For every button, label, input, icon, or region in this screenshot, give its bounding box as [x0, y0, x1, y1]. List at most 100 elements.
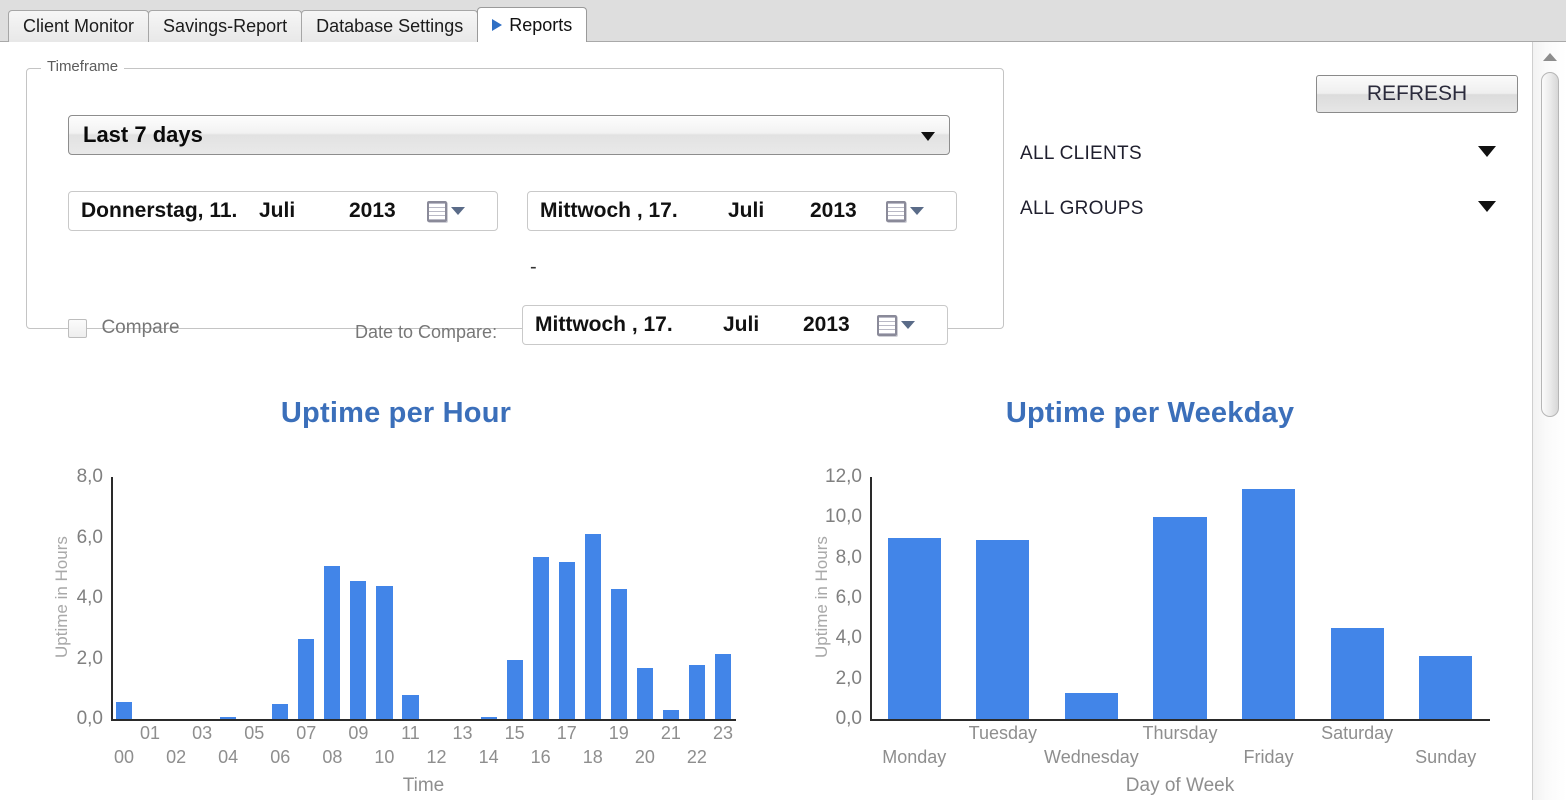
y-axis-tick: 12,0 — [825, 466, 862, 487]
bar — [298, 638, 315, 719]
clients-filter-select[interactable]: ALL CLIENTS — [1020, 137, 1496, 171]
x-axis-tick: 15 — [504, 723, 525, 743]
y-axis-tick: 8,0 — [76, 466, 103, 487]
x-axis-tick: 05 — [244, 723, 265, 743]
x-axis-tick: 09 — [348, 723, 369, 743]
start-date-year: 2013 — [349, 199, 396, 222]
chevron-down-icon[interactable] — [451, 207, 465, 215]
x-axis-tick: 16 — [530, 747, 551, 767]
start-date-weekday-day: Donnerstag, 11. — [81, 199, 238, 222]
tab-client-monitor[interactable]: Client Monitor — [8, 10, 150, 42]
y-axis-tick: 4,0 — [76, 587, 103, 608]
tab-label: Savings-Report — [163, 16, 288, 36]
timeframe-range-select[interactable]: Last 7 days — [68, 115, 950, 155]
bar — [402, 694, 419, 719]
tab-list: Client Monitor Savings-Report Database Set… — [8, 7, 588, 42]
x-axis-tick: 21 — [660, 723, 681, 743]
y-axis-tick: 6,0 — [76, 526, 103, 548]
compare-checkbox[interactable] — [68, 318, 87, 338]
play-triangle-icon — [492, 19, 503, 31]
timeframe-range-value: Last 7 days — [83, 122, 203, 147]
chart-uptime-per-weekday: Uptime per Weekday Uptime in Hours 0,0 2,0 4… — [790, 397, 1510, 797]
y-axis-tick: 0,0 — [76, 708, 103, 729]
calendar-icon[interactable] — [877, 314, 897, 336]
chart-uptime-per-hour: Uptime per Hour Uptime in Hours 0,0 2,0 4,0 6… — [26, 397, 766, 797]
date-to-compare-label: Date to Compare: — [355, 322, 498, 342]
y-axis-label: Uptime in Hours — [812, 536, 831, 658]
compare-date-month: Juli — [723, 313, 760, 336]
vertical-scrollbar[interactable] — [1532, 42, 1566, 800]
y-axis-tick: 6,0 — [835, 587, 862, 608]
x-axis-line — [111, 719, 736, 721]
compare-date-weekday-day: Mittwoch , 17. — [535, 313, 673, 336]
x-axis-line — [870, 719, 1490, 721]
bar-series — [111, 477, 736, 719]
x-axis-tick: 13 — [452, 723, 473, 743]
tab-strip: Client Monitor Savings-Report Database Set… — [0, 0, 1566, 42]
scrollbar-thumb[interactable] — [1541, 72, 1559, 417]
bar — [272, 704, 289, 719]
bar — [976, 539, 1030, 719]
application-window: Client Monitor Savings-Report Database Set… — [0, 0, 1566, 800]
clients-filter-value: ALL CLIENTS — [1020, 143, 1142, 164]
compare-row: Compare — [68, 317, 180, 339]
bar — [636, 667, 653, 719]
scroll-up-arrow-icon[interactable] — [1539, 48, 1561, 66]
chevron-down-icon — [1478, 201, 1496, 212]
groups-filter-select[interactable]: ALL GROUPS — [1020, 192, 1496, 226]
x-axis-tick: 14 — [478, 747, 499, 767]
bar — [1064, 692, 1118, 719]
bar — [688, 664, 705, 719]
tab-database-settings[interactable]: Database Settings — [301, 10, 479, 42]
tab-label: Client Monitor — [23, 16, 135, 36]
chevron-down-icon[interactable] — [910, 207, 924, 215]
bar — [1419, 656, 1473, 719]
chevron-down-icon — [1478, 146, 1496, 157]
bar — [662, 709, 679, 719]
x-axis-tick: 08 — [322, 747, 343, 767]
calendar-icon[interactable] — [886, 200, 906, 222]
x-axis-tick: 12 — [426, 747, 447, 767]
start-date-month: Juli — [259, 199, 296, 222]
calendar-icon[interactable] — [427, 200, 447, 222]
tab-savings-report[interactable]: Savings-Report — [148, 10, 303, 42]
x-axis-tick: 02 — [166, 747, 187, 767]
y-axis-tick: 2,0 — [76, 647, 103, 669]
chart-title: Uptime per Weekday — [1005, 397, 1295, 429]
bar — [506, 660, 523, 719]
date-range-separator: - — [530, 256, 537, 278]
bar — [376, 585, 393, 719]
chevron-down-icon[interactable] — [901, 321, 915, 329]
y-axis-label: Uptime in Hours — [52, 536, 71, 658]
x-axis-tick: 19 — [608, 723, 629, 743]
bar — [1242, 489, 1296, 719]
compare-label: Compare — [101, 317, 180, 338]
x-axis-tick: Thursday — [1142, 723, 1218, 743]
groups-filter-value: ALL GROUPS — [1020, 198, 1144, 219]
bar — [350, 581, 367, 719]
refresh-button[interactable]: REFRESH — [1316, 75, 1518, 113]
tab-reports[interactable]: Reports — [477, 7, 588, 42]
bar-series — [870, 477, 1490, 719]
x-axis-tick: 07 — [296, 723, 317, 743]
refresh-button-label: REFRESH — [1366, 82, 1468, 105]
x-axis-tick: 01 — [140, 723, 161, 743]
y-axis-tick: 0,0 — [835, 708, 862, 729]
x-axis-tick: 17 — [556, 723, 577, 743]
end-date-field[interactable]: Mittwoch , 17. Juli 2013 — [527, 191, 957, 231]
x-axis-label: Day of Week — [1125, 775, 1235, 796]
bar — [324, 566, 341, 719]
date-to-compare-field[interactable]: Mittwoch , 17. Juli 2013 — [522, 305, 948, 345]
plot-area: Uptime in Hours 0,0 2,0 4,0 6,0 8,0 00 01 02 03 04… — [26, 466, 766, 797]
x-axis-tick: Friday — [1243, 747, 1294, 767]
y-axis-tick: 10,0 — [825, 506, 862, 528]
chevron-down-icon — [921, 132, 935, 141]
end-date-year: 2013 — [810, 199, 857, 222]
bar — [610, 588, 627, 719]
x-axis-tick: 00 — [114, 747, 135, 767]
x-axis-tick: 04 — [218, 747, 239, 767]
tab-label: Reports — [509, 14, 573, 35]
x-axis-tick: Tuesday — [968, 723, 1038, 743]
start-date-field[interactable]: Donnerstag, 11. Juli 2013 — [68, 191, 498, 231]
bar — [558, 561, 575, 719]
